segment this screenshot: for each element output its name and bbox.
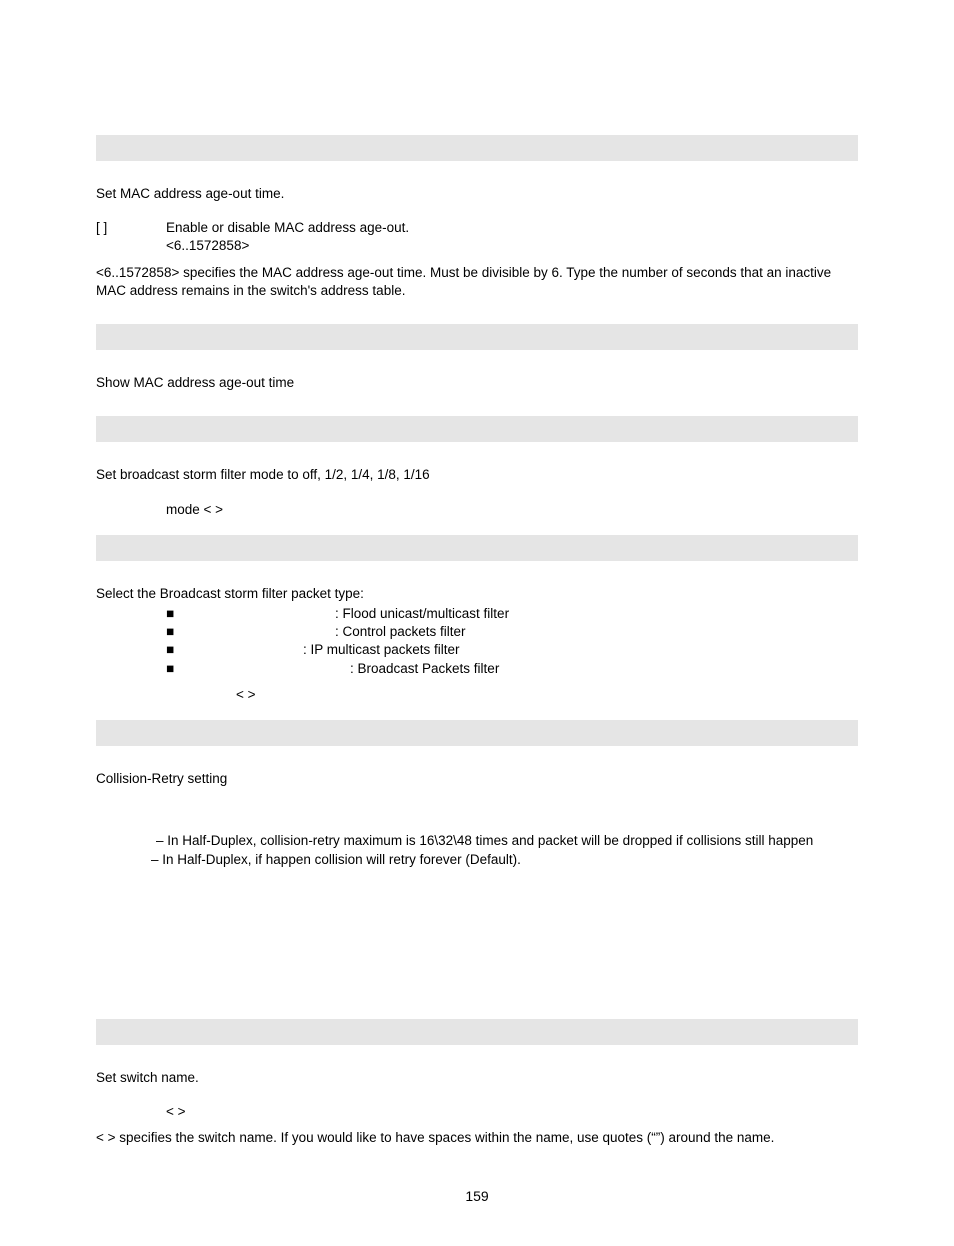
param-line: < >: [96, 1103, 858, 1121]
body-text: Show MAC address age-out time: [96, 374, 858, 392]
square-bullet-icon: ■: [166, 605, 175, 623]
list-item-text: : Broadcast Packets filter: [350, 661, 499, 676]
body-text: Select the Broadcast storm filter packet…: [96, 585, 858, 603]
body-text: Set switch name.: [96, 1069, 858, 1087]
param-desc: Enable or disable MAC address age-out.: [166, 220, 409, 235]
list-item: ■ : IP multicast packets filter: [166, 641, 858, 659]
page-number: 159: [96, 1187, 858, 1206]
section-bar: [96, 1019, 858, 1045]
param-line: < >: [96, 686, 858, 704]
list-item-text: : Control packets filter: [335, 624, 466, 639]
section-bar: [96, 324, 858, 350]
body-text: Collision-Retry setting: [96, 770, 858, 788]
list-item-text: : IP multicast packets filter: [303, 642, 460, 657]
param-bracket: [ ]: [96, 219, 166, 237]
body-text: < > specifies the switch name. If you wo…: [96, 1129, 858, 1147]
option-line: – In Half-Duplex, collision-retry maximu…: [96, 832, 858, 850]
body-text: <6..1572858> specifies the MAC address a…: [96, 264, 858, 300]
param-line: mode < >: [96, 501, 858, 519]
list-item: ■ : Flood unicast/multicast filter: [166, 605, 858, 623]
page: Set MAC address age-out time. [ ]Enable …: [0, 0, 954, 1246]
param-line: <6..1572858>: [166, 237, 858, 255]
option-line: – In Half-Duplex, if happen collision wi…: [96, 851, 858, 869]
square-bullet-icon: ■: [166, 623, 175, 641]
section-bar: [96, 135, 858, 161]
section-bar: [96, 416, 858, 442]
square-bullet-icon: ■: [166, 641, 175, 659]
param-block: [ ]Enable or disable MAC address age-out…: [96, 219, 858, 255]
section-bar: [96, 535, 858, 561]
section-bar: [96, 720, 858, 746]
list-item: ■ : Broadcast Packets filter: [166, 660, 858, 678]
list-item-text: : Flood unicast/multicast filter: [335, 606, 509, 621]
body-text: Set MAC address age-out time.: [96, 185, 858, 203]
body-text: Set broadcast storm filter mode to off, …: [96, 466, 858, 484]
list-item: ■ : Control packets filter: [166, 623, 858, 641]
param-line: [ ]Enable or disable MAC address age-out…: [166, 219, 858, 237]
square-bullet-icon: ■: [166, 660, 175, 678]
bullet-list: ■ : Flood unicast/multicast filter ■ : Con…: [96, 605, 858, 678]
